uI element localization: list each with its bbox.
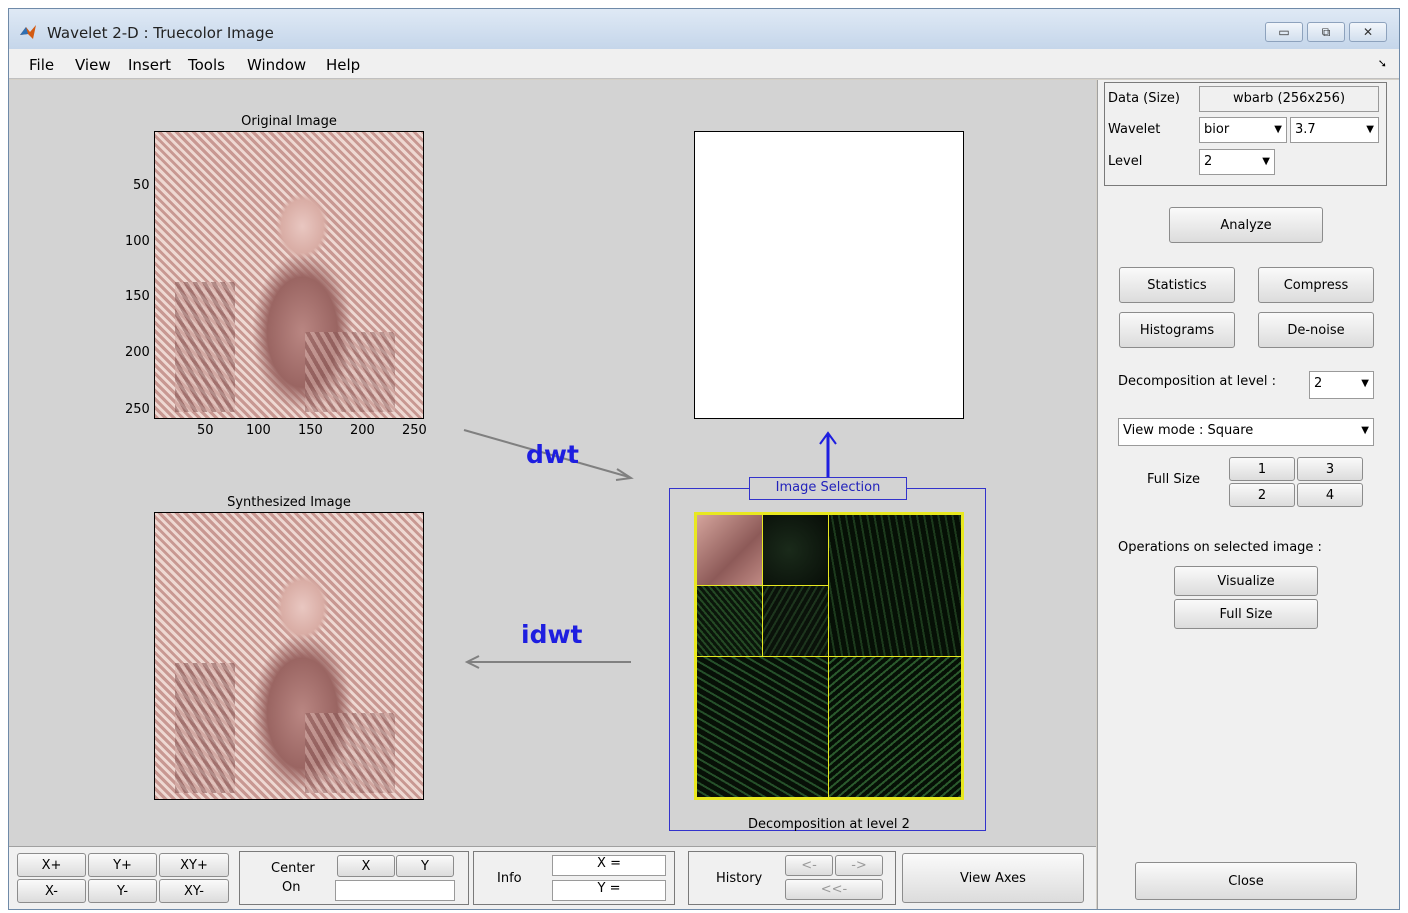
idwt-arrow-icon — [464, 655, 631, 669]
analyze-button[interactable]: Analyze — [1169, 207, 1323, 243]
y-tick-label: 100 — [125, 234, 150, 249]
info-x-field: X = — [552, 855, 666, 876]
dwt-label: dwt — [526, 440, 579, 469]
image-selection-title: Image Selection — [749, 477, 907, 500]
chevron-down-icon: ▼ — [1361, 425, 1369, 436]
y-tick-label: 150 — [125, 289, 150, 304]
zoom-xy-plus-button[interactable]: XY+ — [159, 853, 229, 877]
y-tick-label: 50 — [133, 178, 150, 193]
full-size-1-button[interactable]: 1 — [1229, 457, 1295, 481]
selected-image-axes[interactable] — [694, 131, 964, 419]
detail-tile[interactable] — [828, 656, 962, 798]
zoom-y-plus-button[interactable]: Y+ — [88, 853, 157, 877]
window-title: Wavelet 2-D : Truecolor Image — [47, 24, 274, 42]
menu-window[interactable]: Window — [247, 56, 306, 74]
center-x-button[interactable]: X — [337, 855, 395, 877]
figure-area: Original Image 50 100 150 200 250 50 100… — [9, 80, 1096, 846]
x-tick-label: 200 — [350, 423, 375, 438]
full-size-button[interactable]: Full Size — [1174, 599, 1318, 629]
view-mode-select[interactable]: View mode : Square ▼ — [1118, 418, 1374, 446]
center-on-label-2: On — [282, 880, 301, 895]
synthesized-image-title: Synthesized Image — [227, 495, 351, 510]
histograms-button[interactable]: Histograms — [1119, 312, 1235, 348]
wavelet-label: Wavelet — [1108, 122, 1161, 137]
menu-tools[interactable]: Tools — [188, 56, 225, 74]
info-label: Info — [497, 871, 522, 886]
data-size-label: Data (Size) — [1108, 91, 1181, 106]
denoise-button[interactable]: De-noise — [1258, 312, 1374, 348]
wavelet-number-select[interactable]: 3.7 ▼ — [1290, 117, 1379, 143]
chevron-down-icon: ▼ — [1274, 124, 1282, 135]
zoom-y-minus-button[interactable]: Y- — [88, 879, 157, 903]
close-window-button[interactable]: ✕ — [1349, 22, 1387, 42]
decomposition-level-select[interactable]: 2 ▼ — [1309, 371, 1374, 399]
y-tick-label: 250 — [125, 402, 150, 417]
synthesized-image[interactable] — [154, 512, 424, 800]
maximize-button[interactable]: ⧉ — [1307, 22, 1345, 42]
dock-arrow-icon[interactable]: ➘ — [1378, 57, 1387, 70]
full-size-2-button[interactable]: 2 — [1229, 483, 1295, 507]
zoom-xy-minus-button[interactable]: XY- — [159, 879, 229, 903]
app-window: Wavelet 2-D : Truecolor Image ▭ ⧉ ✕ File… — [8, 8, 1400, 910]
menu-view[interactable]: View — [75, 56, 111, 74]
control-panel: Data (Size) wbarb (256x256) Wavelet bior… — [1097, 80, 1399, 909]
minimize-button[interactable]: ▭ — [1265, 22, 1303, 42]
center-on-field[interactable] — [335, 880, 455, 901]
detail-tile[interactable] — [762, 585, 829, 657]
decomposition-level-label: Decomposition at level : — [1118, 374, 1277, 389]
statistics-button[interactable]: Statistics — [1119, 267, 1235, 303]
operations-label: Operations on selected image : — [1118, 540, 1322, 555]
level-select[interactable]: 2 ▼ — [1199, 149, 1275, 175]
zoom-x-minus-button[interactable]: X- — [17, 879, 86, 903]
detail-tile[interactable] — [762, 514, 829, 586]
approximation-tile[interactable] — [696, 514, 763, 586]
history-label: History — [716, 871, 763, 886]
x-tick-label: 100 — [246, 423, 271, 438]
y-tick-label: 200 — [125, 345, 150, 360]
title-bar: Wavelet 2-D : Truecolor Image ▭ ⧉ ✕ — [9, 9, 1399, 49]
original-image[interactable] — [154, 131, 424, 419]
chevron-down-icon: ▼ — [1366, 124, 1374, 135]
x-tick-label: 50 — [197, 423, 214, 438]
matlab-icon — [20, 25, 36, 39]
wavelet-family-select[interactable]: bior ▼ — [1199, 117, 1287, 143]
data-size-value: wbarb (256x256) — [1199, 86, 1379, 112]
decomposition-caption: Decomposition at level 2 — [748, 817, 910, 832]
menu-bar: File View Insert Tools Window Help ➘ — [9, 49, 1399, 79]
idwt-label: idwt — [521, 620, 583, 649]
close-button[interactable]: Close — [1135, 862, 1357, 900]
info-y-field: Y = — [552, 880, 666, 901]
detail-tile[interactable] — [828, 514, 962, 657]
full-size-3-button[interactable]: 3 — [1297, 457, 1363, 481]
full-size-4-button[interactable]: 4 — [1297, 483, 1363, 507]
decomposition-view[interactable] — [694, 512, 964, 800]
menu-insert[interactable]: Insert — [128, 56, 171, 74]
detail-tile[interactable] — [696, 656, 829, 798]
up-arrow-icon — [819, 431, 837, 478]
detail-tile[interactable] — [696, 585, 763, 657]
history-back-button[interactable]: <- — [785, 855, 833, 876]
center-y-button[interactable]: Y — [396, 855, 454, 877]
level-label: Level — [1108, 154, 1143, 169]
history-forward-button[interactable]: -> — [835, 855, 883, 876]
visualize-button[interactable]: Visualize — [1174, 566, 1318, 596]
menu-help[interactable]: Help — [326, 56, 360, 74]
menu-file[interactable]: File — [29, 56, 54, 74]
x-tick-label: 250 — [402, 423, 427, 438]
x-tick-label: 150 — [298, 423, 323, 438]
compress-button[interactable]: Compress — [1258, 267, 1374, 303]
full-size-label: Full Size — [1147, 472, 1201, 487]
chevron-down-icon: ▼ — [1262, 156, 1270, 167]
history-first-button[interactable]: <<- — [785, 879, 883, 900]
chevron-down-icon: ▼ — [1361, 378, 1369, 389]
bottom-toolbar: X+ Y+ XY+ X- Y- XY- Center On X Y Info X… — [9, 846, 1096, 909]
zoom-x-plus-button[interactable]: X+ — [17, 853, 86, 877]
original-image-title: Original Image — [241, 114, 337, 129]
view-axes-button[interactable]: View Axes — [902, 853, 1084, 903]
center-on-label: Center — [271, 861, 315, 876]
